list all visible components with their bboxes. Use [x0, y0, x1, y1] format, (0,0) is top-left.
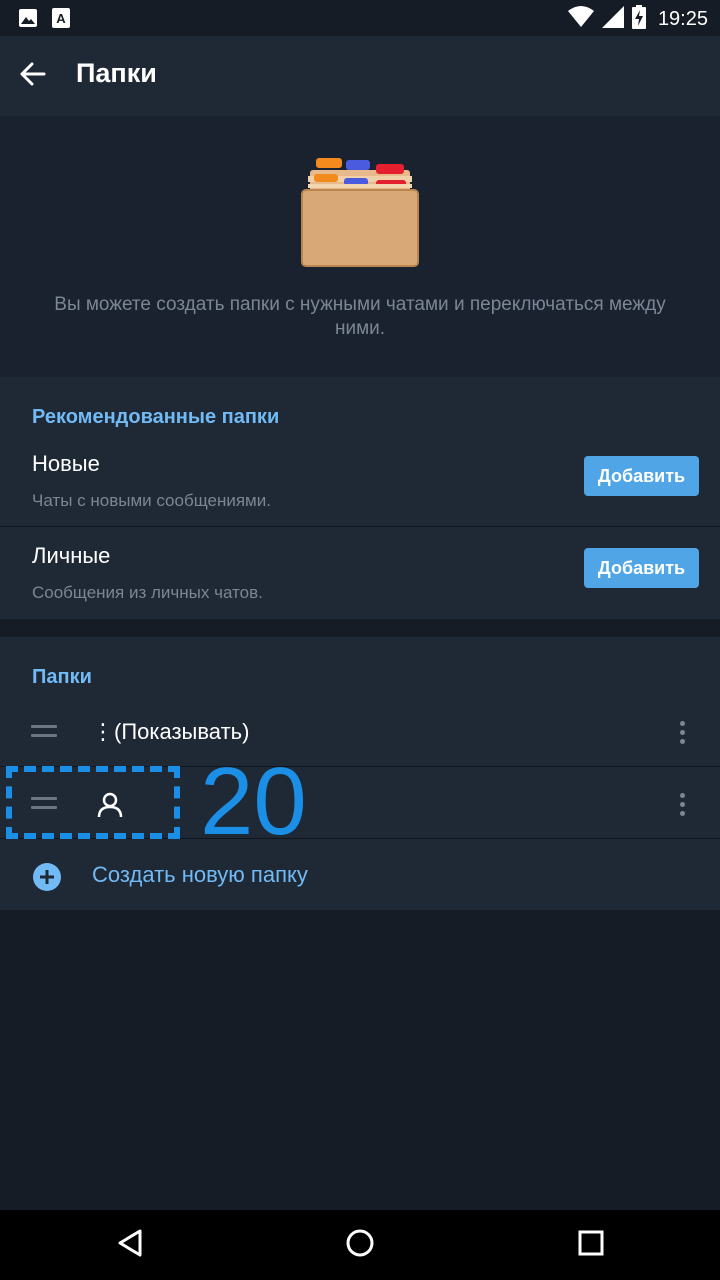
- signal-icon: [601, 6, 624, 33]
- circle-home-icon: [345, 1228, 375, 1263]
- intro-text: Вы можете создать папки с нужными чатами…: [54, 294, 666, 339]
- file-folder-icon: [300, 154, 420, 273]
- recommended-folders-section: Рекомендованные папки Новые Чаты с новым…: [0, 377, 720, 619]
- folder-row[interactable]: ⋮(Показывать): [0, 695, 720, 767]
- app-bar: Папки: [0, 36, 720, 116]
- create-folder-label: Создать новую папку: [92, 862, 308, 887]
- recents-nav-button[interactable]: [573, 1227, 609, 1263]
- recommended-item-new: Новые Чаты с новыми сообщениями. Добавит…: [0, 435, 720, 526]
- section-header-recommended: Рекомендованные папки: [32, 406, 280, 428]
- home-nav-button[interactable]: [342, 1227, 378, 1263]
- battery-charging-icon: [631, 5, 646, 34]
- svg-text:A: A: [56, 11, 66, 26]
- wifi-icon: [567, 6, 594, 33]
- item-title: Новые: [32, 451, 100, 476]
- intro-section: Вы можете создать папки с нужными чатами…: [0, 116, 720, 377]
- drag-handle-icon[interactable]: [31, 725, 57, 743]
- image-icon: [18, 8, 38, 33]
- item-subtitle: Сообщения из личных чатов.: [32, 583, 263, 602]
- item-subtitle: Чаты с новыми сообщениями.: [32, 491, 271, 510]
- item-title: Личные: [32, 543, 111, 568]
- triangle-back-icon: [116, 1228, 144, 1263]
- back-nav-button[interactable]: [112, 1227, 148, 1263]
- page-title: Папки: [76, 58, 157, 88]
- clock: 19:25: [657, 8, 708, 30]
- navigation-bar: [0, 1210, 720, 1280]
- add-button[interactable]: Добавить: [584, 456, 699, 496]
- more-vert-icon[interactable]: [678, 793, 686, 816]
- arrow-left-icon: [18, 60, 46, 93]
- recommended-item-personal: Личные Сообщения из личных чатов. Добави…: [0, 527, 720, 618]
- a-icon: A: [52, 8, 70, 33]
- square-recents-icon: [578, 1230, 604, 1261]
- back-button[interactable]: [14, 58, 50, 94]
- status-bar: A 19:25: [0, 0, 720, 36]
- more-vert-icon[interactable]: [678, 721, 686, 744]
- annotation-number: 20: [200, 748, 307, 855]
- section-header-folders: Папки: [32, 666, 92, 688]
- add-circle-icon: [32, 862, 62, 897]
- annotation-box: [6, 766, 180, 839]
- create-folder-button[interactable]: Создать новую папку: [0, 844, 720, 910]
- folder-name: ⋮(Показывать): [92, 719, 250, 744]
- add-button[interactable]: Добавить: [584, 548, 699, 588]
